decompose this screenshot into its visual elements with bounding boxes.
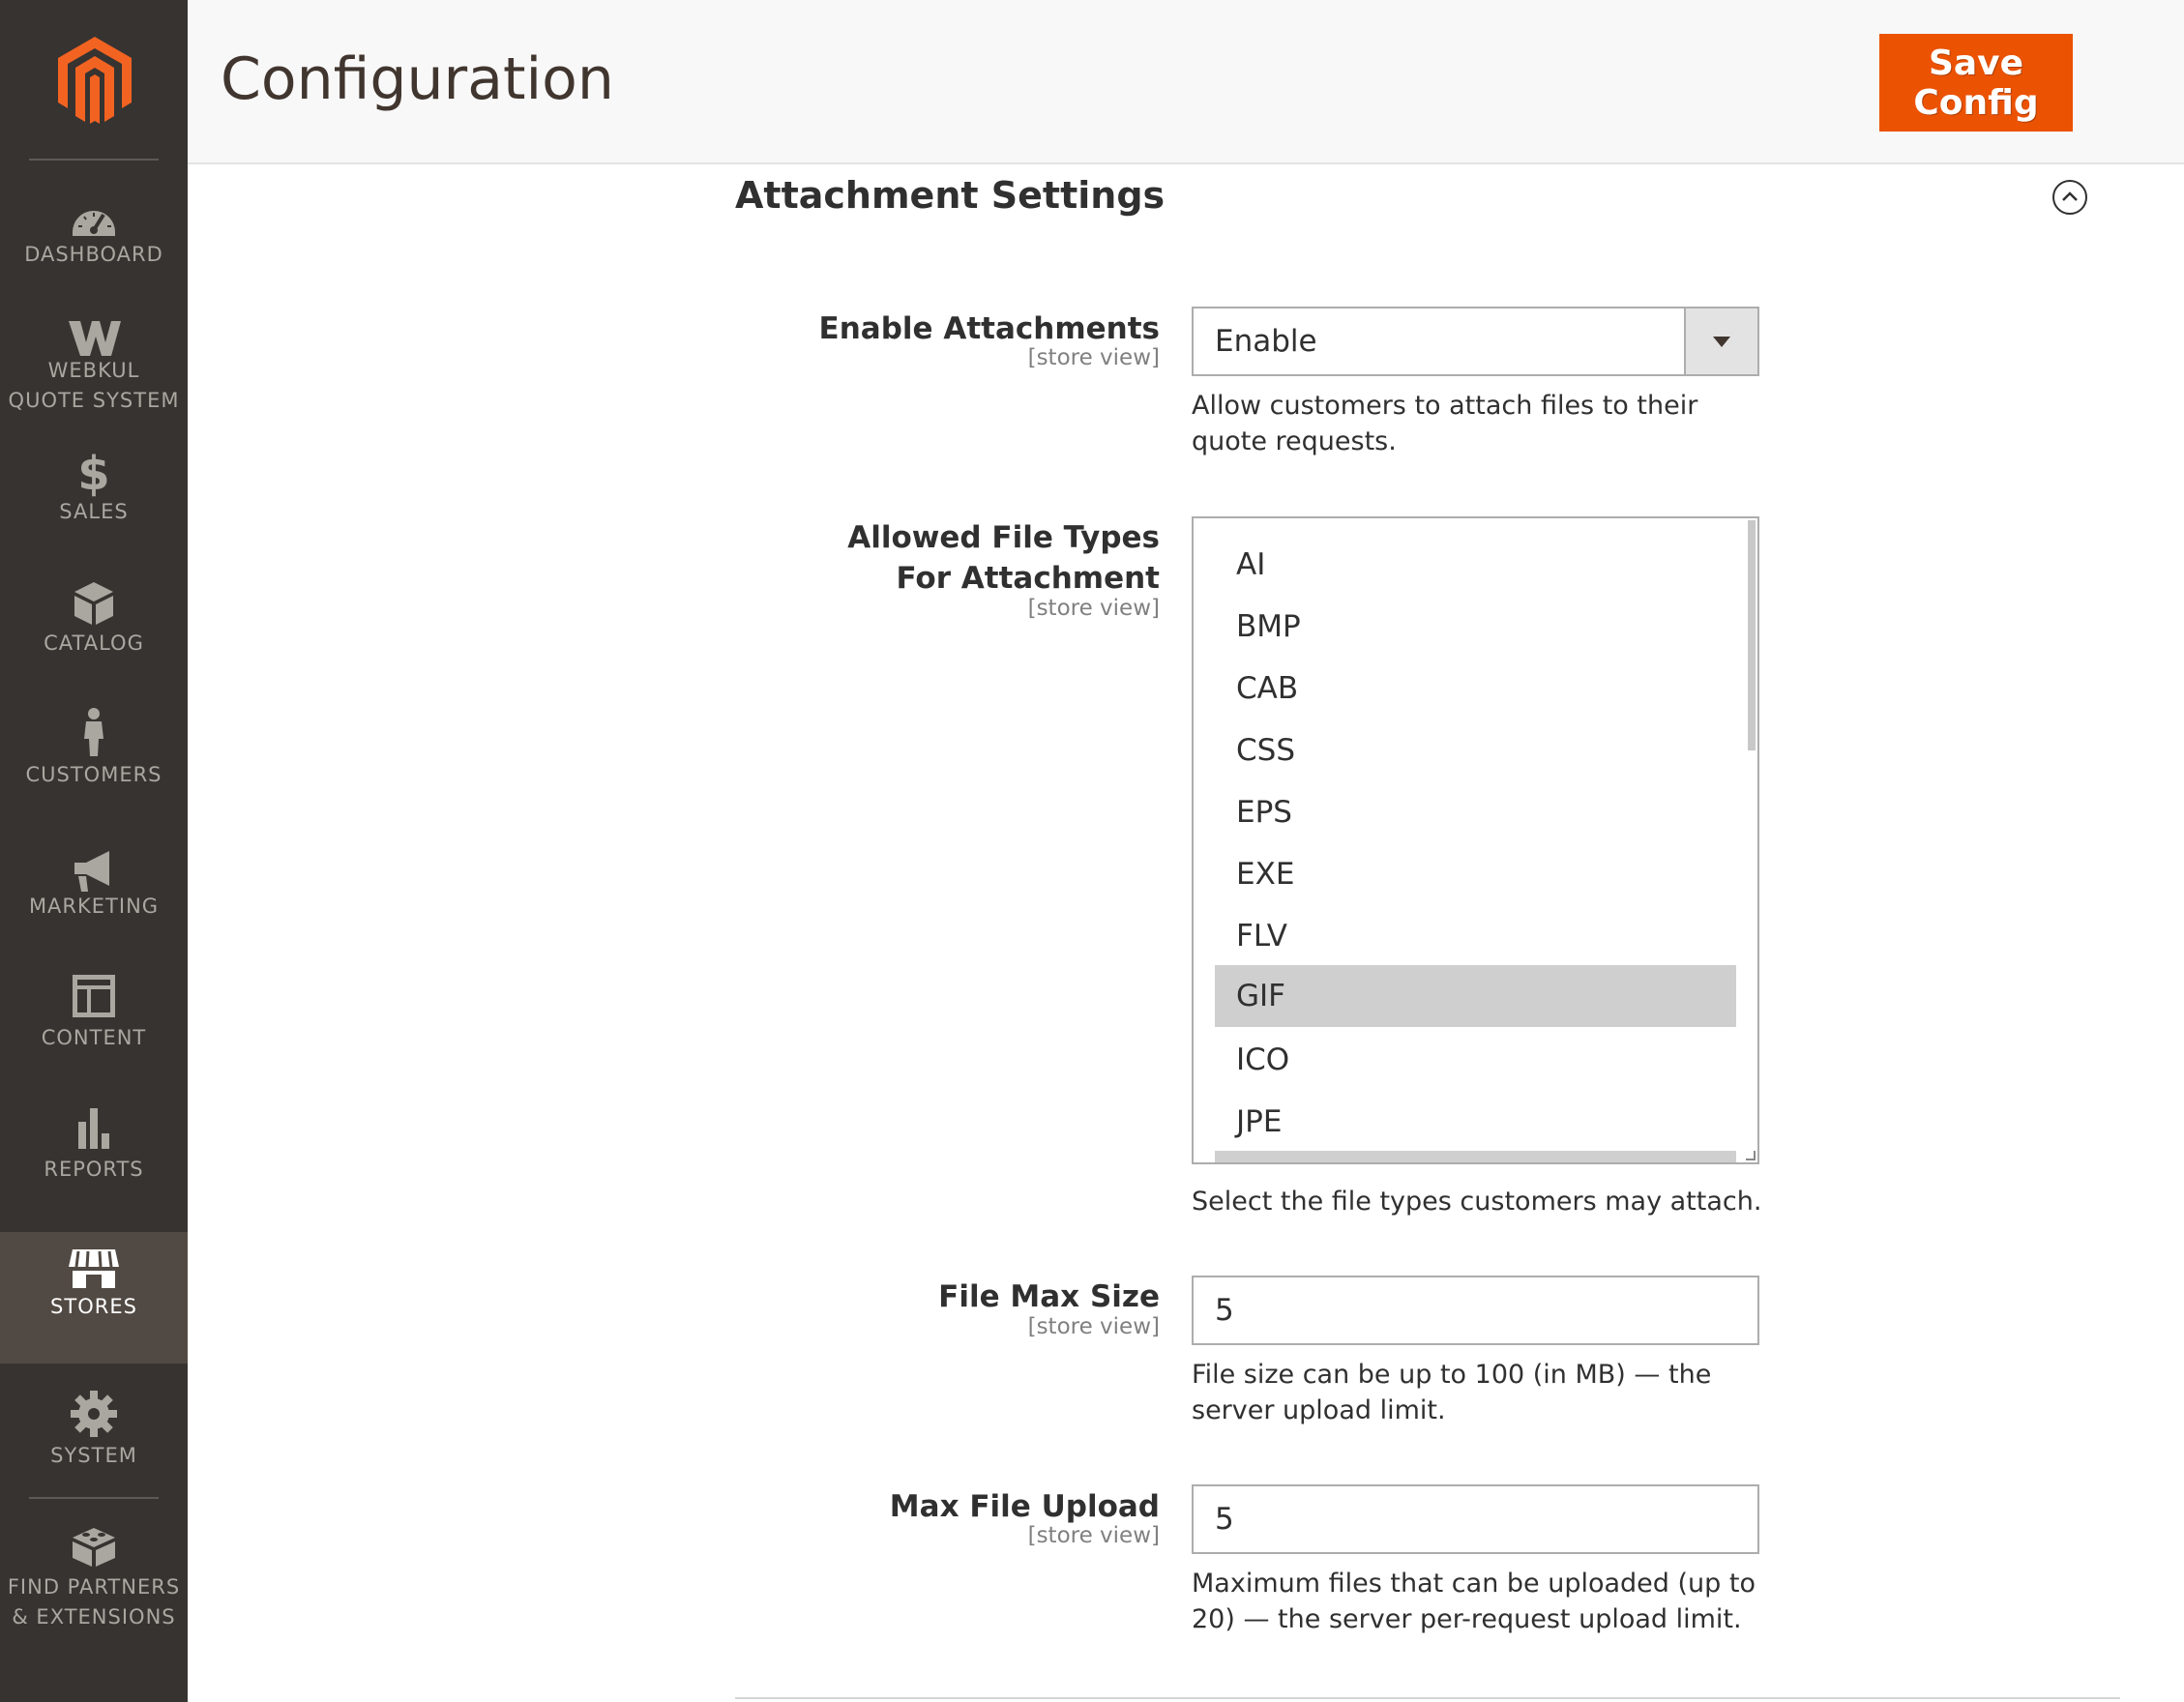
sidebar-item-content[interactable]: CONTENT bbox=[0, 965, 188, 1097]
sidebar-item-system[interactable]: SYSTEM bbox=[0, 1365, 188, 1497]
allowed-file-types-multiselect[interactable]: AI BMP CAB CSS EPS EXE FLV GIF ICO JPE bbox=[1192, 516, 1759, 1164]
allowed-file-types-scope: [store view] bbox=[1027, 596, 1160, 621]
sidebar-item-customers[interactable]: CUSTOMERS bbox=[0, 702, 188, 834]
file-max-size-note: File size can be up to 100 (in MB) — the… bbox=[1192, 1360, 1712, 1425]
sidebar-divider bbox=[29, 1497, 159, 1499]
sidebar-item-dashboard[interactable]: DASHBOARD bbox=[0, 180, 188, 311]
option-eps[interactable]: EPS bbox=[1215, 781, 1736, 843]
allowed-file-types-label: Allowed File Types For Attachment bbox=[847, 520, 1160, 596]
select-arrow-button[interactable] bbox=[1684, 308, 1757, 374]
option-css[interactable]: CSS bbox=[1215, 719, 1736, 781]
sidebar-item-label: DASHBOARD bbox=[24, 243, 163, 266]
sidebar-item-sales[interactable]: $ SALES bbox=[0, 439, 188, 571]
blocks-icon bbox=[73, 1528, 115, 1567]
file-max-size-scope: [store view] bbox=[1027, 1314, 1160, 1339]
sidebar-item-label: REPORTS bbox=[44, 1158, 144, 1181]
page-header: Configuration Save Config bbox=[188, 0, 2184, 164]
max-file-upload-scope: [store view] bbox=[1027, 1523, 1160, 1548]
section-title: Attachment Settings bbox=[735, 174, 1166, 217]
file-max-size-label: File Max Size bbox=[938, 1279, 1160, 1314]
save-config-button[interactable]: Save Config bbox=[1879, 34, 2073, 132]
sidebar-item-label: FIND PARTNERS & EXTENSIONS bbox=[7, 1575, 181, 1629]
person-icon bbox=[84, 708, 103, 756]
box-icon bbox=[74, 582, 113, 625]
max-file-upload-label: Max File Upload bbox=[889, 1489, 1160, 1524]
sidebar-item-label: CATALOG bbox=[44, 631, 144, 655]
select-value: Enable bbox=[1215, 324, 1317, 359]
resize-grip-icon[interactable] bbox=[1746, 1151, 1756, 1160]
sidebar-item-label: SALES bbox=[59, 500, 129, 523]
page-title: Configuration bbox=[221, 45, 614, 113]
enable-attachments-scope: [store view] bbox=[1027, 345, 1160, 370]
sidebar-item-label: STORES bbox=[50, 1295, 137, 1318]
admin-sidebar: DASHBOARD WEBKUL QUOTE SYSTEM $ SALES CA… bbox=[0, 0, 188, 1702]
bar-chart-icon bbox=[78, 1108, 109, 1149]
megaphone-icon bbox=[74, 851, 109, 892]
allowed-file-types-note: Select the file types customers may atta… bbox=[1192, 1187, 1762, 1217]
sidebar-item-label: CONTENT bbox=[41, 1026, 147, 1049]
sidebar-divider bbox=[29, 159, 159, 161]
sidebar-item-marketing[interactable]: MARKETING bbox=[0, 834, 188, 965]
sidebar-item-label: SYSTEM bbox=[50, 1444, 137, 1467]
layout-icon bbox=[73, 975, 115, 1017]
sidebar-item-label: MARKETING bbox=[28, 895, 160, 918]
max-file-upload-note: Maximum files that can be uploaded (up t… bbox=[1192, 1569, 1756, 1634]
option-bmp[interactable]: BMP bbox=[1215, 596, 1736, 658]
chevron-up-icon bbox=[2062, 191, 2078, 201]
sidebar-item-label: WEBKUL QUOTE SYSTEM bbox=[8, 359, 180, 412]
enable-attachments-note: Allow customers to attach files to their… bbox=[1192, 391, 1698, 456]
storefront-icon bbox=[69, 1249, 119, 1288]
sidebar-item-stores[interactable]: STORES bbox=[0, 1232, 188, 1364]
sidebar-item-label: CUSTOMERS bbox=[25, 763, 162, 786]
magento-logo[interactable] bbox=[54, 35, 135, 124]
scrollbar-thumb[interactable] bbox=[1748, 520, 1756, 750]
section-divider bbox=[735, 1697, 2120, 1699]
option-ai[interactable]: AI bbox=[1215, 534, 1736, 596]
sidebar-item-find-partners-extensions[interactable]: FIND PARTNERS & EXTENSIONS bbox=[0, 1514, 188, 1659]
option-ico[interactable]: ICO bbox=[1215, 1029, 1736, 1091]
option-jpe[interactable]: JPE bbox=[1215, 1091, 1736, 1153]
file-max-size-input[interactable] bbox=[1192, 1276, 1759, 1345]
option-exe[interactable]: EXE bbox=[1215, 843, 1736, 905]
dashboard-gauge-icon bbox=[73, 211, 115, 236]
option-partially-visible[interactable] bbox=[1215, 1151, 1736, 1162]
option-cab[interactable]: CAB bbox=[1215, 658, 1736, 719]
chevron-down-icon bbox=[1713, 337, 1730, 347]
dollar-icon: $ bbox=[77, 447, 110, 501]
option-flv[interactable]: FLV bbox=[1215, 905, 1736, 967]
max-file-upload-input[interactable] bbox=[1192, 1484, 1759, 1554]
enable-attachments-label: Enable Attachments bbox=[818, 311, 1160, 346]
sidebar-item-catalog[interactable]: CATALOG bbox=[0, 571, 188, 702]
option-gif[interactable]: GIF bbox=[1215, 965, 1736, 1027]
sidebar-item-webkul-quote-system[interactable]: WEBKUL QUOTE SYSTEM bbox=[0, 308, 188, 439]
sidebar-item-reports[interactable]: REPORTS bbox=[0, 1097, 188, 1228]
section-collapse-button[interactable] bbox=[2052, 180, 2087, 215]
enable-attachments-select[interactable]: Enable bbox=[1192, 307, 1759, 376]
gear-icon bbox=[71, 1391, 117, 1437]
